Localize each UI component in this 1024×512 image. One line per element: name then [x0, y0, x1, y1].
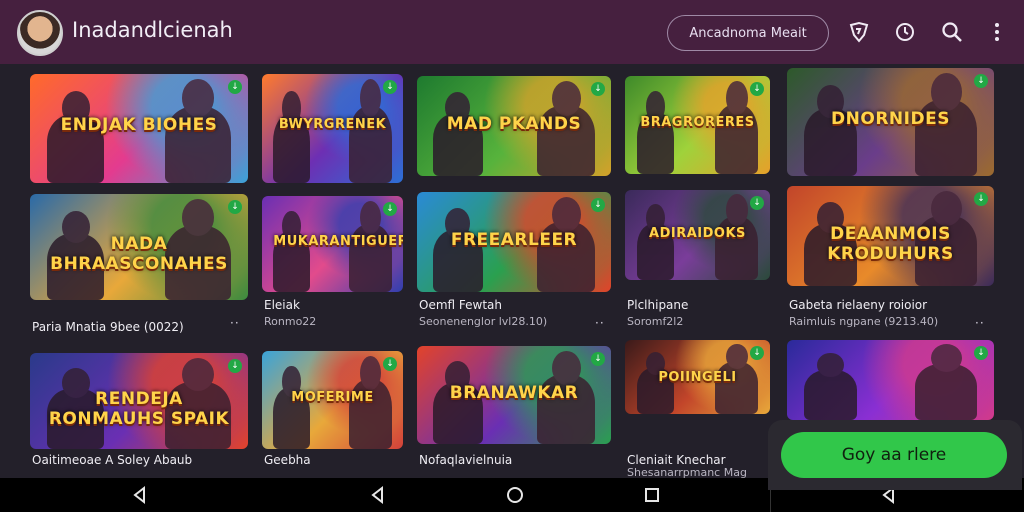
game-subtitle: Seonenenglor lvl28.10) [419, 315, 548, 328]
game-logo-text: RENDEJA RONMAUHS SPAIK [48, 389, 230, 430]
game-subtitle: Soromf2l2 [627, 315, 684, 328]
download-badge-icon: ↓ [750, 196, 764, 210]
download-badge-icon: ↓ [228, 80, 242, 94]
top-app-bar: Inadandlcienah Ancadnoma Meait [0, 0, 1024, 64]
download-badge-icon: ↓ [750, 346, 764, 360]
back-icon[interactable] [366, 483, 390, 507]
game-logo-text: MAD PKANDS [446, 114, 582, 134]
shield-icon[interactable] [845, 18, 873, 46]
game-logo-text: MOFERIME [291, 390, 374, 406]
game-logo-text: NADA BHRAASCONAHES [50, 234, 228, 275]
game-card[interactable]: BRANAWKAR ↓ [417, 346, 611, 444]
game-card[interactable]: NADA BHRAASCONAHES ↓ [30, 194, 248, 300]
game-logo-text: FREEARLEER [450, 230, 578, 250]
game-title[interactable]: Geebha [264, 453, 311, 467]
game-card[interactable]: DEAANMOIS KRODUHURS ↓ [787, 186, 994, 286]
download-badge-icon: ↓ [383, 202, 397, 216]
avatar[interactable] [17, 10, 63, 56]
game-card[interactable]: ↓ [787, 340, 994, 420]
game-card[interactable]: MAD PKANDS ↓ [417, 76, 611, 176]
download-badge-icon: ↓ [974, 346, 988, 360]
recents-icon[interactable] [640, 483, 664, 507]
game-logo-text: MUKARANTIGUERS [273, 234, 403, 250]
install-button[interactable]: Goy aa rlere [781, 432, 1007, 478]
game-title[interactable]: Nofaqlavielnuia [419, 453, 512, 467]
character-figure [915, 364, 978, 420]
game-title[interactable]: Paria Mnatia 9bee (0022) [32, 320, 184, 334]
download-badge-icon: ↓ [974, 192, 988, 206]
overflow-menu-icon[interactable]: ·· [230, 316, 240, 330]
game-title[interactable]: Oemfl Fewtah [419, 298, 502, 312]
game-card[interactable]: RENDEJA RONMAUHS SPAIK ↓ [30, 353, 248, 449]
game-title[interactable]: Gabeta rielaeny roioior [789, 298, 927, 312]
game-title[interactable]: Cleniait Knechar [627, 453, 726, 467]
game-card[interactable]: DNORNIDES ↓ [787, 68, 994, 176]
search-icon[interactable] [938, 18, 966, 46]
game-card[interactable]: ENDJAK BIOHES ↓ [30, 74, 248, 183]
download-badge-icon: ↓ [228, 359, 242, 373]
game-card[interactable]: MUKARANTIGUERS ↓ [262, 196, 403, 292]
app-root: Inadandlcienah Ancadnoma Meait ENDJAK BI… [0, 0, 1024, 512]
game-subtitle: Raimluis ngpane (9213.40) [789, 315, 939, 328]
game-card[interactable]: MOFERIME ↓ [262, 351, 403, 449]
account-button[interactable]: Ancadnoma Meait [667, 15, 829, 51]
download-badge-icon: ↓ [591, 82, 605, 96]
game-card[interactable]: POIINGELI ↓ [625, 340, 770, 414]
game-logo-text: ENDJAK BIOHES [60, 115, 218, 136]
overflow-menu-icon[interactable]: ·· [595, 316, 605, 330]
game-title[interactable]: Eleiak [264, 298, 300, 312]
game-logo-text: POIINGELI [658, 370, 737, 386]
game-card[interactable]: ADIRAIDOKS ↓ [625, 190, 770, 280]
download-badge-icon: ↓ [974, 74, 988, 88]
game-subtitle: Ronmo22 [264, 315, 317, 328]
game-title[interactable]: Plclhipane [627, 298, 688, 312]
more-vert-icon[interactable] [983, 18, 1011, 46]
game-card[interactable]: BWYRGRENEK ↓ [262, 74, 403, 183]
game-card[interactable]: FREEARLEER ↓ [417, 192, 611, 292]
download-badge-icon: ↓ [228, 200, 242, 214]
home-icon[interactable] [503, 483, 527, 507]
download-badge-icon: ↓ [591, 352, 605, 366]
app-title: Inadandlcienah [72, 18, 233, 42]
overflow-menu-icon[interactable]: ·· [975, 316, 985, 330]
game-title[interactable]: Oaitimeoae A Soley Abaub [32, 453, 192, 467]
back-icon[interactable] [128, 483, 152, 507]
download-badge-icon: ↓ [750, 82, 764, 96]
download-badge-icon: ↓ [383, 80, 397, 94]
game-card[interactable]: BRAGRORERES ↓ [625, 76, 770, 174]
character-figure [803, 370, 858, 420]
game-logo-text: DNORNIDES [831, 109, 950, 130]
sync-icon[interactable] [891, 18, 919, 46]
download-badge-icon: ↓ [591, 198, 605, 212]
game-logo-text: BWYRGRENEK [278, 117, 387, 133]
game-logo-text: DEAANMOIS KRODUHURS [827, 224, 954, 264]
game-logo-text: BRANAWKAR [449, 383, 579, 404]
download-badge-icon: ↓ [383, 357, 397, 371]
game-logo-text: ADIRAIDOKS [649, 226, 746, 242]
game-logo-text: BRAGRORERES [640, 115, 755, 131]
